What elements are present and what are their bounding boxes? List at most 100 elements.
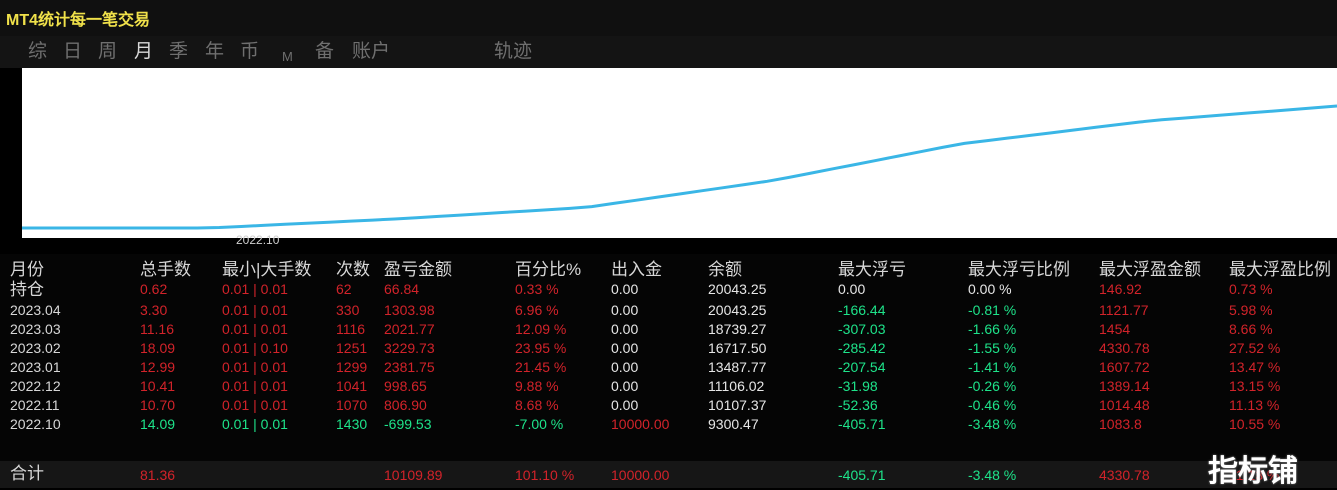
table-cell: 1430: [336, 416, 368, 432]
table-cell: 10.70: [140, 397, 176, 413]
column-header[interactable]: 盈亏金额: [384, 260, 452, 280]
table-cell: 0.33 %: [515, 281, 559, 297]
row-label: 2022.12: [10, 378, 61, 394]
table-cell: -0.46 %: [968, 397, 1017, 413]
total-cell: 4330.78: [1099, 467, 1150, 483]
table-cell: -52.36: [838, 397, 878, 413]
tab-track[interactable]: 轨迹: [494, 40, 532, 64]
balance-chart: [22, 68, 1337, 238]
table-cell: 16717.50: [708, 340, 767, 356]
table-cell: 8.68 %: [515, 397, 559, 413]
table-cell: 23.95 %: [515, 340, 567, 356]
table-cell: -1.55 %: [968, 340, 1017, 356]
table-cell: -1.41 %: [968, 359, 1017, 375]
table-cell: -699.53: [384, 416, 432, 432]
tab-week[interactable]: 周: [98, 40, 117, 64]
table-cell: 1251: [336, 340, 368, 356]
table-cell: 6.96 %: [515, 302, 559, 318]
table-cell: 66.84: [384, 281, 420, 297]
table-cell: -0.81 %: [968, 302, 1017, 318]
table-cell: 0.01 | 0.01: [222, 378, 288, 394]
table-cell: -1.66 %: [968, 321, 1017, 337]
watermark: 指标铺: [1208, 455, 1298, 488]
table-cell: 1083.8: [1099, 416, 1142, 432]
table-cell: 0.62: [140, 281, 168, 297]
table-cell: 0.00: [611, 281, 639, 297]
tab-quarter[interactable]: 季: [169, 40, 188, 64]
table-cell: 0.01 | 0.01: [222, 302, 288, 318]
table-cell: 9.88 %: [515, 378, 559, 394]
table-cell: 11.16: [140, 321, 174, 337]
table-cell: 1454: [1099, 321, 1131, 337]
table-cell: 13487.77: [708, 359, 767, 375]
table-cell: 0.01 | 0.01: [222, 321, 288, 337]
total-cell: 81.36: [140, 467, 176, 483]
row-label: 持仓: [10, 280, 44, 299]
table-cell: 62: [336, 281, 352, 297]
column-header[interactable]: 最大浮亏比例: [968, 260, 1070, 280]
table-cell: 11.13 %: [1229, 397, 1280, 413]
column-header[interactable]: 最大浮盈金额: [1099, 260, 1201, 280]
tab-day[interactable]: 日: [63, 40, 82, 64]
total-cell: -405.71: [838, 467, 886, 483]
column-header[interactable]: 次数: [336, 260, 370, 280]
table-cell: 8.66 %: [1229, 321, 1273, 337]
column-header[interactable]: 百分比%: [515, 260, 581, 280]
column-header[interactable]: 出入金: [611, 260, 662, 280]
table-cell: -0.26 %: [968, 378, 1017, 394]
table-cell: 2021.77: [384, 321, 435, 337]
row-label: 2023.04: [10, 302, 61, 318]
balance-chart-svg: [22, 104, 1337, 230]
column-header[interactable]: 余额: [708, 260, 742, 280]
column-header[interactable]: 最大浮亏: [838, 260, 906, 280]
tab-month[interactable]: 月: [134, 40, 153, 64]
table-cell: 1303.98: [384, 302, 435, 318]
table-cell: -207.54: [838, 359, 886, 375]
table-cell: 12.09 %: [515, 321, 567, 337]
table-cell: 330: [336, 302, 360, 318]
tab-summary[interactable]: 综: [28, 40, 47, 64]
table-cell: 4330.78: [1099, 340, 1150, 356]
tab-currency[interactable]: 币: [240, 40, 259, 64]
total-cell: -3.48 %: [968, 467, 1017, 483]
table-cell: -405.71: [838, 416, 886, 432]
total-cell: 10109.89: [384, 467, 443, 483]
table-cell: 806.90: [384, 397, 427, 413]
row-label: 2023.01: [10, 359, 61, 375]
tab-magic[interactable]: M: [282, 45, 293, 69]
monthly-stats-table: 月份 总手数 最小|大手数 次数 盈亏金额 百分比% 出入金 余额 最大浮亏 最大浮亏比例 最大浮盈…: [0, 254, 1337, 488]
table-cell: 10.41: [140, 378, 176, 394]
table-cell: 1116: [336, 321, 366, 337]
table-cell: -31.98: [838, 378, 878, 394]
table-cell: 0.00: [611, 397, 639, 413]
table-cell: 13.47 %: [1229, 359, 1281, 375]
table-cell: 5.98 %: [1229, 302, 1273, 318]
table-cell: 998.65: [384, 378, 427, 394]
table-cell: 20043.25: [708, 302, 767, 318]
table-cell: 18.09: [140, 340, 176, 356]
table-cell: 0.00 %: [968, 281, 1012, 297]
table-cell: 146.92: [1099, 281, 1142, 297]
period-tab-bar: 综 日 周 月 季 年 币 M 备 账户 轨迹: [0, 36, 1337, 68]
table-cell: 1299: [336, 359, 368, 375]
column-header[interactable]: 最大浮盈比例: [1229, 260, 1331, 280]
row-label: 2023.02: [10, 340, 61, 356]
table-cell: 0.00: [611, 378, 639, 394]
table-cell: -7.00 %: [515, 416, 564, 432]
tab-year[interactable]: 年: [205, 40, 224, 64]
table-cell: 0.00: [611, 340, 639, 356]
tab-notes[interactable]: 备: [315, 40, 334, 64]
column-header[interactable]: 总手数: [140, 260, 191, 280]
table-cell: 0.01 | 0.01: [222, 281, 288, 297]
table-cell: 21.45 %: [515, 359, 567, 375]
table-cell: -285.42: [838, 340, 886, 356]
table-cell: 12.99: [140, 359, 176, 375]
table-cell: 1070: [336, 397, 368, 413]
table-cell: -166.44: [838, 302, 886, 318]
table-cell: 3.30: [140, 302, 168, 318]
column-header[interactable]: 最小|大手数: [222, 260, 311, 280]
column-header[interactable]: 月份: [10, 260, 44, 280]
tab-account[interactable]: 账户: [352, 40, 390, 64]
table-cell: 0.00: [611, 302, 639, 318]
row-label: 2023.03: [10, 321, 61, 337]
